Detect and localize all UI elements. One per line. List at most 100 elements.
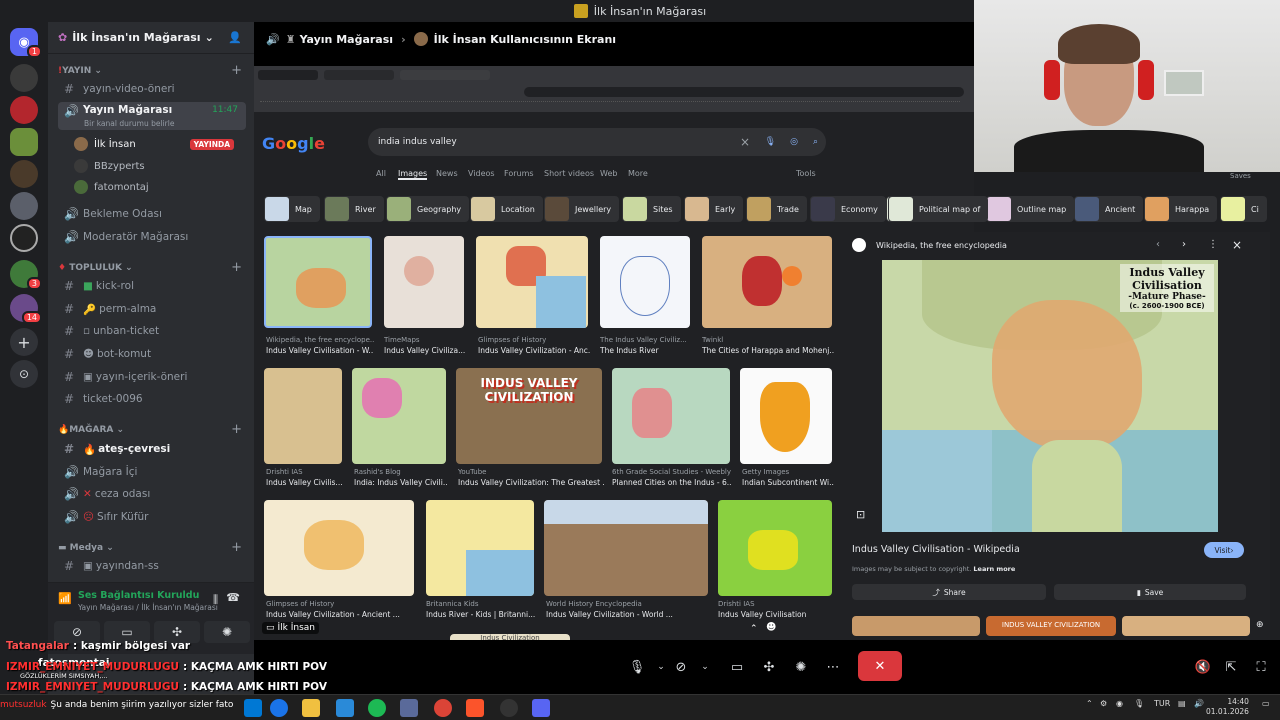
obs-icon[interactable]	[500, 699, 518, 717]
voice-user[interactable]: BBzyperts	[74, 159, 145, 173]
tray-icon[interactable]: ◉	[1116, 699, 1123, 708]
notification-icon[interactable]: ▭	[1262, 699, 1270, 708]
browser-tab[interactable]	[324, 70, 394, 80]
server-icon-6[interactable]: 3	[10, 260, 42, 290]
share-button[interactable]: ⤴ Share	[852, 584, 1046, 600]
file-explorer-icon[interactable]	[302, 699, 320, 717]
screen-share-button[interactable]: ▭	[724, 655, 750, 679]
soundboard-button[interactable]: ✺	[788, 655, 814, 679]
chip-location[interactable]: Location	[470, 196, 543, 222]
spotify-icon[interactable]	[368, 699, 386, 717]
save-button[interactable]: ▮ Save	[1054, 584, 1246, 600]
result-image[interactable]	[600, 236, 690, 328]
search-input[interactable]: india indus valley × 🎙 ◎ ⌕	[368, 128, 826, 156]
result-caption[interactable]: Getty Images Indian Subcontinent Wi...	[742, 468, 834, 487]
fullscreen-icon[interactable]: ⛶	[1248, 655, 1274, 679]
tray-chevron-icon[interactable]: ⌃	[1086, 699, 1093, 708]
result-image[interactable]	[384, 236, 464, 328]
voice-channel-bekleme[interactable]: 🔊 Bekleme Odası	[58, 204, 246, 224]
discord-home-icon[interactable]: ◉ 1	[10, 28, 42, 58]
voice-location[interactable]: Yayın Mağarası / İlk İnsan'ın Mağarası	[78, 603, 218, 612]
result-caption[interactable]: Twinkl The Cities of Harappa and Mohenj..…	[702, 336, 834, 355]
voice-channel-active[interactable]: 🔊 Yayın Mağarası 11:47 Bir kanal durumu …	[58, 102, 246, 130]
server-icon-2[interactable]	[10, 96, 38, 124]
search-icon[interactable]: ⌕	[813, 137, 818, 147]
tab-images[interactable]: Images	[398, 169, 428, 180]
lens-icon[interactable]: ◎	[790, 137, 798, 147]
result-caption[interactable]: Rashid's Blog India: Indus Valley Civili.…	[354, 468, 448, 487]
address-bar[interactable]	[524, 87, 964, 97]
result-caption[interactable]: Britannica Kids Indus River - Kids | Brit…	[426, 600, 536, 619]
more-options-icon[interactable]: ⋯	[820, 655, 846, 679]
voice-channel-magara-ici[interactable]: 🔊 Mağara İçi	[58, 462, 246, 482]
voice-user[interactable]: İlk İnsan YAYINDA	[74, 137, 244, 151]
tab-forums[interactable]: Forums	[504, 169, 534, 178]
popout-icon[interactable]: ⇱	[1218, 655, 1244, 679]
category-yayin[interactable]: !YAYIN ⌄	[58, 66, 102, 76]
result-image[interactable]	[718, 500, 832, 596]
add-channel-icon[interactable]: +	[231, 540, 242, 555]
chip-ci[interactable]: Ci	[1220, 196, 1267, 222]
related-image[interactable]	[1122, 616, 1250, 636]
disconnect-icon[interactable]: ☎	[226, 591, 240, 604]
channel-ates-cevresi[interactable]: # 🔥 ateş-çevresi	[58, 439, 246, 459]
chip-harappa[interactable]: Harappa	[1144, 196, 1218, 222]
browser-tab[interactable]	[258, 70, 318, 80]
result-caption[interactable]: TimeMaps Indus Valley Civiliza...	[384, 336, 466, 355]
result-caption[interactable]: World History Encyclopedia Indus Valley C…	[546, 600, 710, 619]
tray-language[interactable]: TUR	[1154, 699, 1170, 708]
tab-all[interactable]: All	[376, 169, 386, 178]
result-image[interactable]	[702, 236, 832, 328]
server-icon-5[interactable]	[10, 224, 38, 252]
add-server-icon[interactable]: +	[10, 328, 38, 356]
browser-tab-active[interactable]	[400, 70, 490, 80]
category-topluluk[interactable]: ♦ TOPLULUK ⌄	[58, 263, 133, 273]
tools-button[interactable]: Tools	[796, 169, 816, 178]
end-call-button[interactable]: ✕	[858, 651, 902, 681]
server-icon-7[interactable]: 14	[10, 294, 42, 324]
channel-status[interactable]: Bir kanal durumu belirle	[84, 119, 174, 128]
next-icon[interactable]: ›	[1182, 239, 1186, 250]
channel-ticket-0096[interactable]: # ticket-0096	[58, 389, 246, 409]
result-image[interactable]	[544, 500, 708, 596]
chevron-down-icon[interactable]: ⌄	[692, 655, 718, 679]
chip-map[interactable]: Map	[264, 196, 320, 222]
voice-channel-moderator[interactable]: 🔊 Moderatör Mağarası	[58, 227, 246, 247]
tab-web[interactable]: Web	[600, 169, 617, 178]
camera-off-button[interactable]: ⊘	[668, 655, 694, 679]
result-caption[interactable]: 6th Grade Social Studies - Weebly Planned…	[612, 468, 732, 487]
chip-ancient[interactable]: Ancient	[1074, 196, 1144, 222]
chip-political-map[interactable]: Political map of	[888, 196, 989, 222]
noise-suppression-icon[interactable]: ⫼	[213, 593, 218, 607]
voice-channel-sifir-kufur[interactable]: 🔊 ☹ Sıfır Küfür	[58, 507, 246, 527]
chip-sites[interactable]: Sites	[622, 196, 681, 222]
result-image[interactable]: INDUS VALLEY CIVILIZATION	[456, 368, 602, 464]
result-caption[interactable]: Drishti IAS Indus Valley Civilis...	[266, 468, 344, 487]
volume-icon[interactable]: 🔊	[1194, 699, 1204, 708]
result-caption[interactable]: Drishti IAS Indus Valley Civilisation	[718, 600, 832, 619]
chip-geography[interactable]: Geography	[386, 196, 470, 222]
chip-river[interactable]: River	[324, 196, 384, 222]
result-caption[interactable]: The Indus Valley Civiliz... The Indus Riv…	[600, 336, 692, 355]
result-caption[interactable]: Glimpses of History Indus Valley Civiliza…	[266, 600, 416, 619]
calculator-icon[interactable]	[400, 699, 418, 717]
channel-yayindan-ss[interactable]: # ▣ yayından-ss	[58, 556, 246, 576]
preview-source[interactable]: Wikipedia, the free encyclopedia	[876, 241, 1007, 250]
result-image[interactable]	[426, 500, 534, 596]
google-logo[interactable]: Google	[262, 134, 325, 153]
add-channel-icon[interactable]: +	[231, 63, 242, 78]
chip-economy[interactable]: Economy	[810, 196, 886, 222]
chip-outline-map[interactable]: Outline map	[986, 196, 1075, 222]
related-image[interactable]: INDUS VALLEY CIVILIZATION	[986, 616, 1116, 636]
explore-icon[interactable]: ⊙	[10, 360, 38, 388]
brave-icon[interactable]	[466, 699, 484, 717]
store-icon[interactable]	[336, 699, 354, 717]
tray-icon[interactable]: ⚙	[1100, 699, 1107, 708]
mic-button[interactable]: 🎙	[624, 655, 650, 679]
result-image[interactable]	[476, 236, 588, 328]
lens-icon[interactable]: ⊡	[856, 508, 865, 521]
result-image[interactable]	[264, 236, 372, 328]
participants-icon[interactable]: ☻	[766, 622, 776, 633]
server-icon-1[interactable]	[10, 64, 38, 92]
add-channel-icon[interactable]: +	[231, 260, 242, 275]
